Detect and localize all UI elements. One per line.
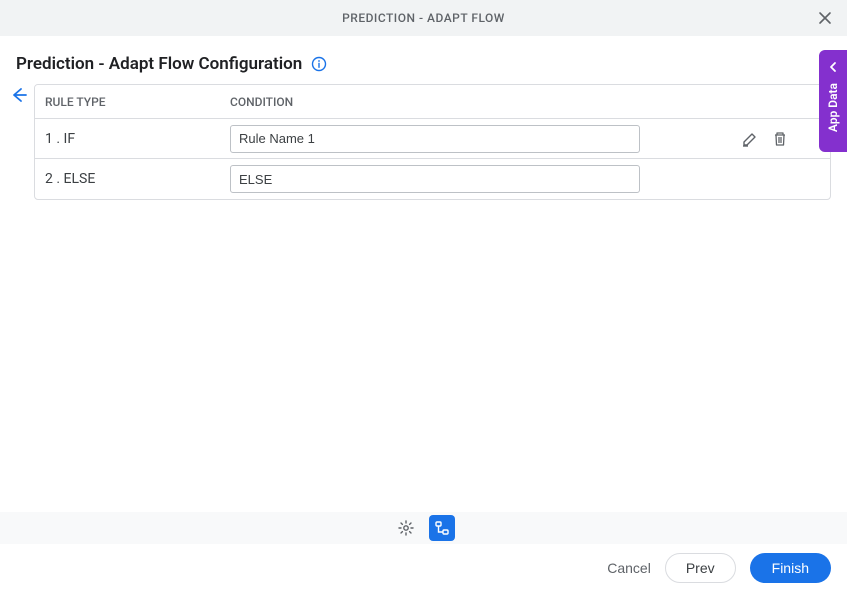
edit-button[interactable] xyxy=(740,129,760,149)
rules-table: RULE TYPE CONDITION 1 . IF 2 . ELSE xyxy=(34,84,831,200)
trash-icon xyxy=(771,130,789,148)
page-title-row: Prediction - Adapt Flow Configuration xyxy=(0,36,847,84)
prev-button[interactable]: Prev xyxy=(665,553,736,583)
modal-header: PREDICTION - ADAPT FLOW xyxy=(0,0,847,36)
rule-condition-cell xyxy=(230,165,740,193)
header-condition: CONDITION xyxy=(230,95,740,109)
flow-button[interactable] xyxy=(429,515,455,541)
table-row: 1 . IF xyxy=(35,119,830,159)
condition-input[interactable] xyxy=(230,165,640,193)
arrow-left-icon xyxy=(9,85,29,105)
rule-type-cell: 1 . IF xyxy=(35,131,230,147)
header-rule-type: RULE TYPE xyxy=(35,95,230,109)
info-icon[interactable] xyxy=(310,55,328,73)
close-button[interactable] xyxy=(815,8,835,28)
modal-title: PREDICTION - ADAPT FLOW xyxy=(342,11,505,25)
gear-icon xyxy=(397,519,415,537)
settings-button[interactable] xyxy=(393,515,419,541)
condition-input[interactable] xyxy=(230,125,640,153)
rule-actions-cell xyxy=(740,129,830,149)
back-button[interactable] xyxy=(8,84,30,106)
app-data-label: App Data xyxy=(826,83,840,132)
table-row: 2 . ELSE xyxy=(35,159,830,199)
pencil-icon xyxy=(741,130,759,148)
flow-icon xyxy=(433,519,451,537)
finish-button[interactable]: Finish xyxy=(750,553,831,583)
toolbar xyxy=(0,512,847,544)
table-header: RULE TYPE CONDITION xyxy=(35,85,830,119)
app-data-panel-toggle[interactable]: App Data xyxy=(819,50,847,152)
rule-type-cell: 2 . ELSE xyxy=(35,171,230,187)
close-icon xyxy=(817,10,833,26)
chevron-left-icon xyxy=(827,58,839,77)
cancel-button[interactable]: Cancel xyxy=(607,560,651,576)
content-area: RULE TYPE CONDITION 1 . IF 2 . ELSE xyxy=(0,84,847,200)
delete-button[interactable] xyxy=(770,129,790,149)
footer: Cancel Prev Finish xyxy=(0,544,847,592)
page-title: Prediction - Adapt Flow Configuration xyxy=(16,54,302,74)
rule-condition-cell xyxy=(230,125,740,153)
